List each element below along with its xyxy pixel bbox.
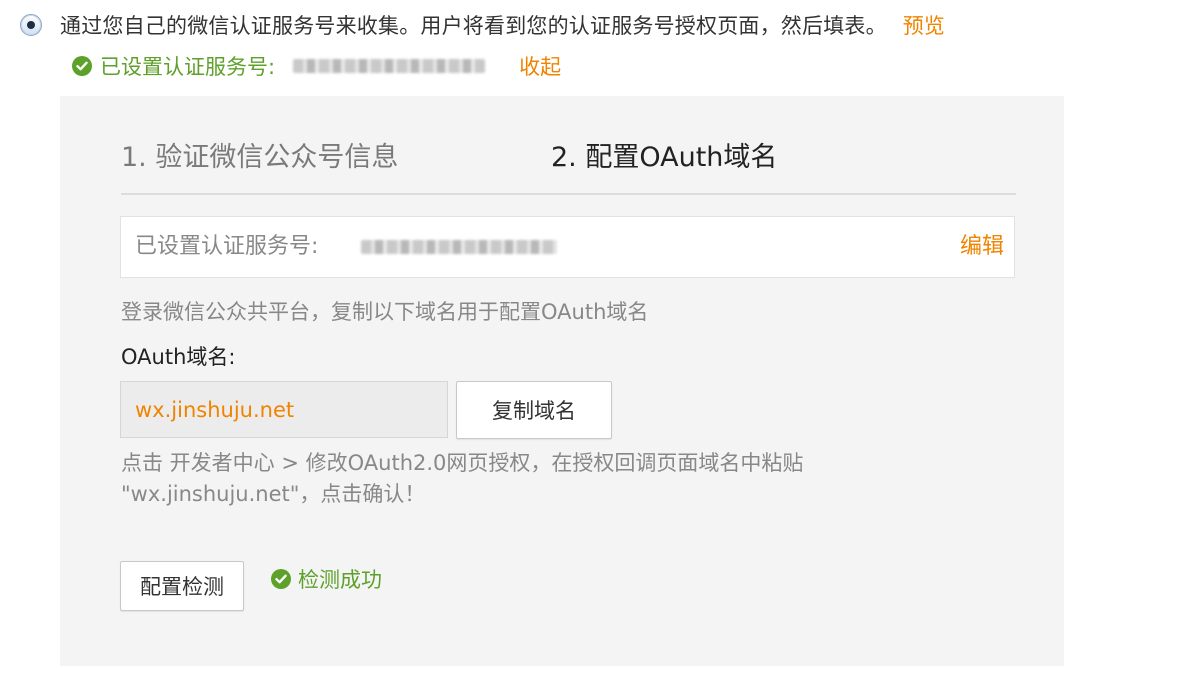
collapse-link[interactable]: 收起	[519, 51, 561, 81]
set-account-label: 已设置认证服务号:	[100, 55, 276, 79]
configuration-instructions: 点击 开发者中心 > 修改OAuth2.0网页授权，在授权回调页面域名中粘贴 "…	[121, 451, 804, 506]
radio-dot	[27, 21, 35, 29]
login-hint: 登录微信公众共平台，复制以下域名用于配置OAuth域名	[121, 300, 649, 324]
check-mark-icon	[275, 574, 287, 584]
blurred-account-name	[293, 59, 486, 73]
oauth-config-panel: 1. 验证微信公众号信息 2. 配置OAuth域名 已设置认证服务号: 编辑 登…	[60, 96, 1064, 666]
account-info-box: 已设置认证服务号: 编辑	[120, 216, 1015, 278]
copy-domain-button[interactable]: 复制域名	[456, 381, 612, 439]
check-circle-icon	[72, 56, 92, 76]
edit-link[interactable]: 编辑	[960, 217, 1004, 277]
account-label: 已设置认证服务号:	[135, 234, 319, 259]
detect-success-status: 检测成功	[271, 562, 382, 596]
step-verify-account[interactable]: 1. 验证微信公众号信息	[121, 138, 398, 178]
account-set-status: 已设置认证服务号: 收起	[72, 49, 561, 83]
option-description: 通过您自己的微信认证服务号来收集。用户将看到您的认证服务号授权页面，然后填表。	[60, 14, 887, 38]
blurred-account-name	[361, 240, 557, 254]
check-mark-icon	[76, 61, 88, 71]
radio-button-selected[interactable]	[20, 14, 42, 36]
detect-success-label: 检测成功	[298, 568, 382, 592]
preview-link[interactable]: 预览	[903, 10, 945, 40]
detect-config-button[interactable]: 配置检测	[120, 561, 244, 611]
oauth-domain-field[interactable]	[120, 381, 448, 438]
check-circle-icon	[271, 569, 291, 589]
step-configure-oauth[interactable]: 2. 配置OAuth域名	[551, 138, 777, 178]
oauth-domain-title: OAuth域名:	[121, 345, 236, 369]
wechat-service-account-option[interactable]: 通过您自己的微信认证服务号来收集。用户将看到您的认证服务号授权页面，然后填表。 …	[20, 8, 945, 42]
step-tabs: 1. 验证微信公众号信息 2. 配置OAuth域名	[121, 138, 1016, 195]
